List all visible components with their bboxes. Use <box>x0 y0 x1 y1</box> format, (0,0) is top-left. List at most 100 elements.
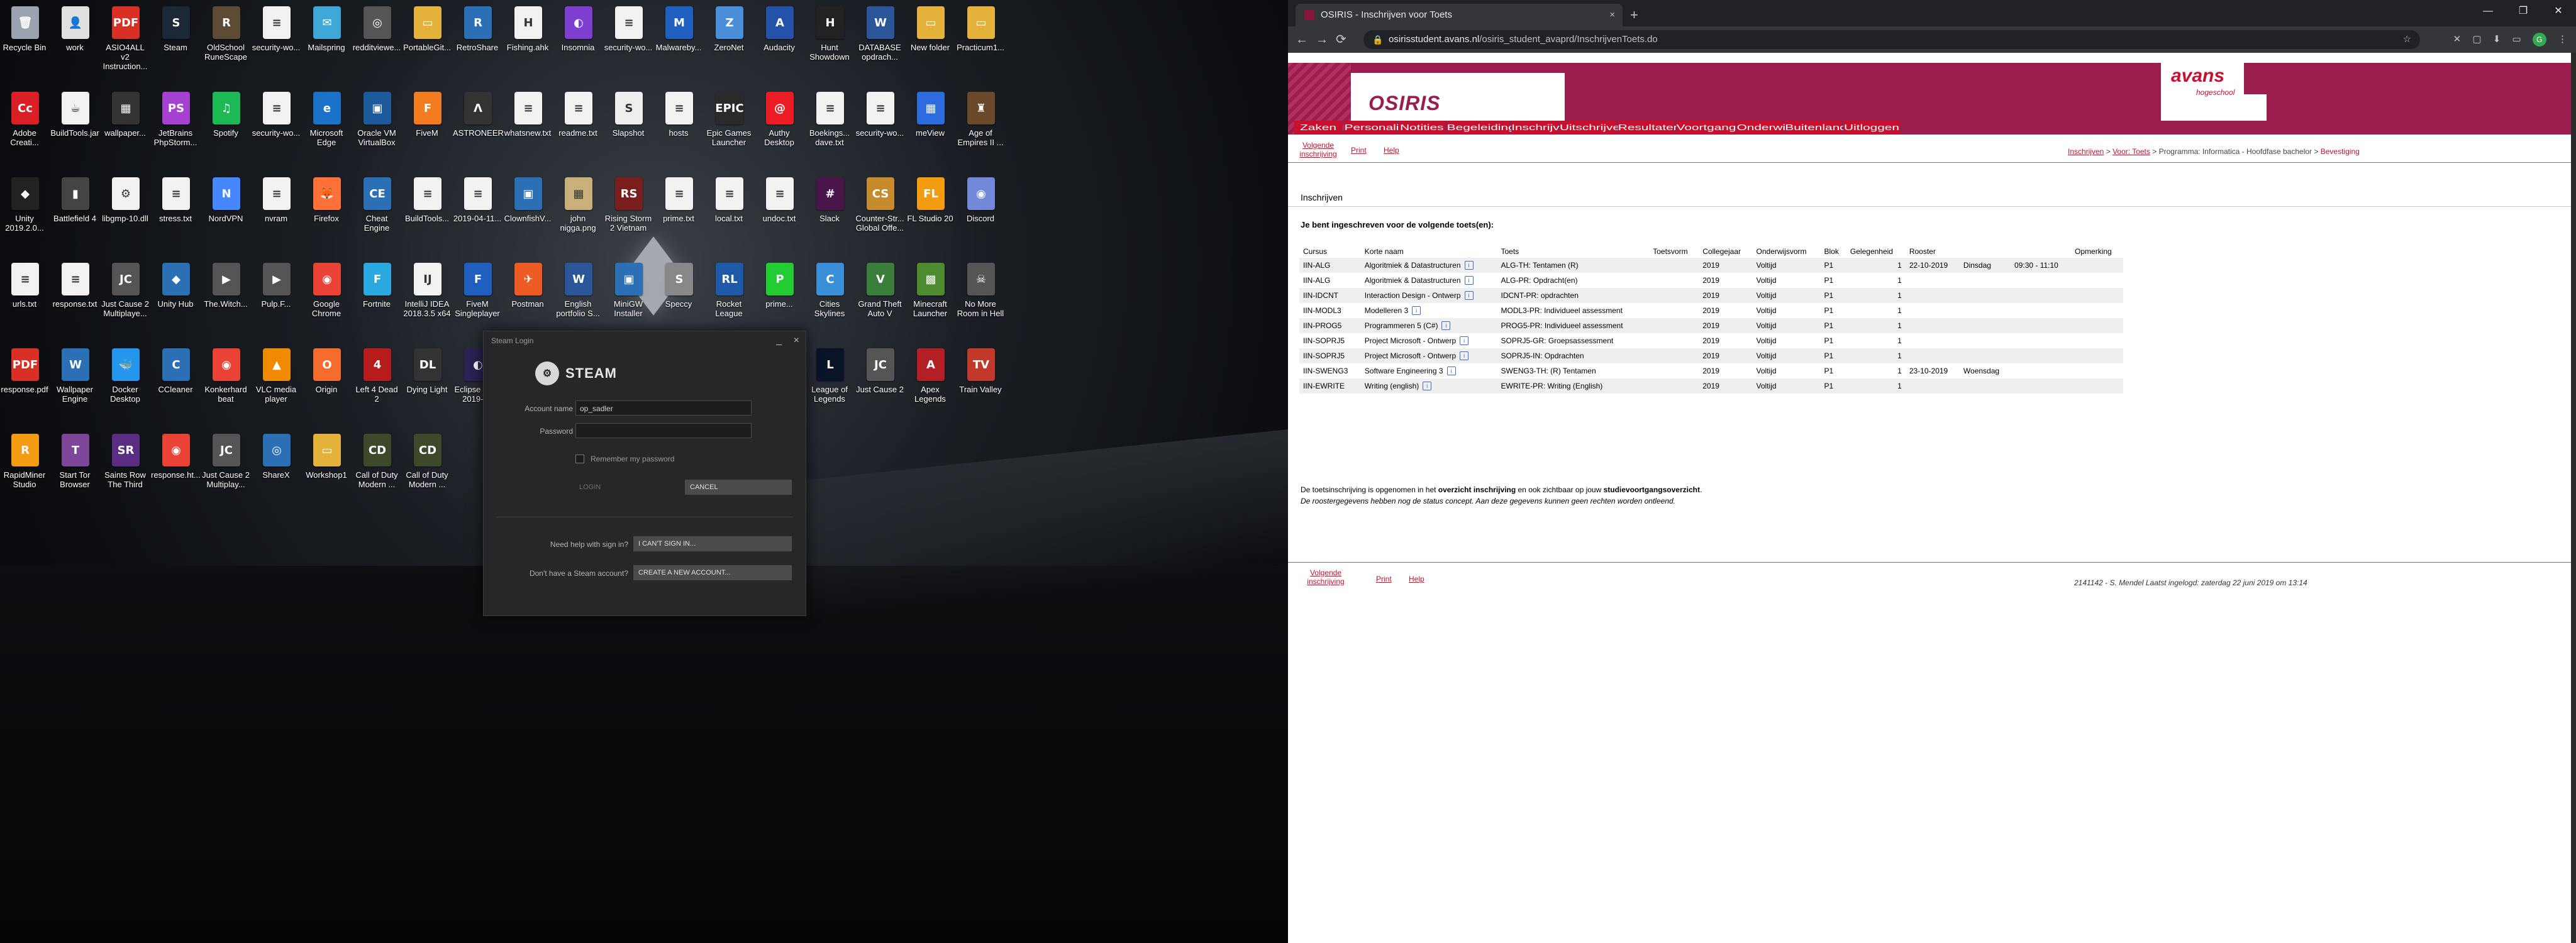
desktop-icon[interactable]: ◆ Unity 2019.2.0... <box>0 171 49 251</box>
minimize-icon[interactable]: _ <box>776 335 782 346</box>
desktop-icon[interactable]: PDF ASIO4ALL v2 Instruction... <box>101 0 150 80</box>
desktop-icon[interactable]: L League of Legends <box>805 342 854 422</box>
overview-enrollment-link[interactable]: overzicht inschrijving <box>1438 485 1516 494</box>
info-icon[interactable]: i <box>1460 351 1469 361</box>
menu-icon[interactable]: ⋮ <box>2558 34 2567 45</box>
desktop-icon[interactable]: ≡ security-wo... <box>252 85 301 166</box>
new-tab-button[interactable]: + <box>1630 6 1638 24</box>
desktop-icon[interactable]: V Grand Theft Auto V <box>855 256 904 337</box>
desktop-icon[interactable]: F FiveM Singleplayer <box>453 256 502 337</box>
desktop-icon[interactable]: ✉ Mailspring <box>302 0 351 80</box>
desktop-icon[interactable]: ▣ Oracle VM VirtualBox <box>352 85 401 166</box>
desktop-icon[interactable]: W English portfolio S... <box>553 256 602 337</box>
progress-overview-link[interactable]: studievoortgangsoverzicht <box>1604 485 1700 494</box>
menu-item-uitschrijven[interactable]: Uitschrijven <box>1560 121 1628 135</box>
desktop-icon[interactable]: ≡ prime.txt <box>654 171 703 251</box>
desktop-icon[interactable]: JC Just Cause 2 <box>855 342 904 422</box>
desktop-icon[interactable]: ⚙ libgmp-10.dll <box>101 171 150 251</box>
menu-item-resultaten[interactable]: Resultaten <box>1618 121 1680 135</box>
desktop-icon[interactable]: ◐ Insomnia <box>553 0 602 80</box>
print-link[interactable]: Print <box>1351 146 1367 155</box>
desktop-icon[interactable]: PDF response.pdf <box>0 342 49 422</box>
steam-titlebar[interactable]: Steam Login _ × <box>484 331 806 350</box>
address-bar[interactable]: 🔒 osirisstudent.avans.nl/osiris_student_… <box>1363 30 2420 49</box>
create-account-button[interactable]: CREATE A NEW ACCOUNT... <box>633 565 792 580</box>
desktop-icon[interactable]: FL FL Studio 20 <box>906 171 955 251</box>
desktop-icon[interactable]: M Malwareby... <box>654 0 703 80</box>
extension-icon[interactable]: ✕ <box>2453 34 2462 45</box>
menu-item-notities[interactable]: Notities <box>1399 121 1445 135</box>
info-icon[interactable]: i <box>1464 276 1474 285</box>
desktop-icon[interactable]: 🗑 Recycle Bin <box>0 0 49 80</box>
desktop-icon[interactable]: ≡ security-wo... <box>855 85 904 166</box>
help-link[interactable]: Help <box>1384 146 1399 155</box>
desktop-icon[interactable]: Λ ASTRONEER <box>453 85 504 166</box>
desktop-icon[interactable]: ≡ security-wo... <box>604 0 653 80</box>
desktop-icon[interactable]: ▭ Practicum1... <box>956 0 1005 80</box>
desktop-icon[interactable]: R OldSchool RuneScape <box>201 0 250 80</box>
desktop-icon[interactable]: ☕ BuildTools.jar <box>50 85 99 166</box>
breadcrumb-inschrijven[interactable]: Inschrijven <box>2068 147 2104 156</box>
info-icon[interactable]: i <box>1412 306 1421 316</box>
desktop-icon[interactable]: F FiveM <box>402 85 452 166</box>
cancel-button[interactable]: CANCEL <box>685 480 792 495</box>
close-icon[interactable]: × <box>794 335 799 346</box>
menu-item-uitloggen[interactable]: Uitloggen <box>1843 121 1900 135</box>
download-icon[interactable]: ⬇ <box>2493 34 2501 45</box>
desktop-icon[interactable]: R RetroShare <box>453 0 502 80</box>
desktop-icon[interactable]: ▦ meView <box>906 85 955 166</box>
reload-icon[interactable]: ⟳ <box>1336 26 1346 53</box>
account-name-input[interactable]: op_sadler <box>575 400 752 416</box>
desktop-icon[interactable]: ≡ local.txt <box>704 171 753 251</box>
info-icon[interactable]: i <box>1464 261 1474 270</box>
breadcrumb-voor-toets[interactable]: Voor: Toets <box>2112 147 2150 156</box>
desktop-icon[interactable]: W Wallpaper Engine <box>50 342 99 422</box>
desktop-icon[interactable]: ♫ Spotify <box>201 85 250 166</box>
desktop-icon[interactable]: A Apex Legends <box>906 342 955 422</box>
checkbox-icon[interactable] <box>575 454 584 463</box>
desktop-icon[interactable]: R RapidMiner Studio <box>0 427 49 508</box>
extension-icon[interactable]: ▢ <box>2472 34 2481 45</box>
menu-item-zaken[interactable]: Zaken <box>1294 121 1343 135</box>
desktop-icon[interactable]: ▣ MiniGW Installer <box>604 256 653 337</box>
menu-item-onderwijs[interactable]: Onderwijs <box>1736 121 1795 135</box>
info-icon[interactable]: i <box>1423 382 1432 391</box>
remember-password-checkbox[interactable]: Remember my password <box>575 451 674 467</box>
login-button[interactable]: LOGIN <box>575 480 686 495</box>
desktop-icon[interactable]: # Slack <box>805 171 854 251</box>
help-link-footer[interactable]: Help <box>1409 575 1424 583</box>
desktop-icon[interactable]: C CCleaner <box>151 342 200 422</box>
desktop-icon[interactable]: JC Just Cause 2 Multiplaye... <box>101 256 150 337</box>
desktop-icon[interactable]: ≡ 2019-04-11... <box>453 171 502 251</box>
desktop-icon[interactable]: ▭ New folder <box>906 0 955 80</box>
desktop-icon[interactable]: ≡ security-wo... <box>252 0 301 80</box>
desktop-icon[interactable]: JC Just Cause 2 Multiplay... <box>201 427 250 508</box>
info-icon[interactable]: i <box>1460 336 1469 346</box>
desktop-icon[interactable]: S Speccy <box>654 256 703 337</box>
desktop-icon[interactable]: 4 Left 4 Dead 2 <box>352 342 401 422</box>
next-enrollment-link[interactable]: Volgende inschrijving <box>1293 141 1343 158</box>
tab-close-icon[interactable]: × <box>1609 4 1615 26</box>
info-icon[interactable]: i <box>1446 367 1456 376</box>
desktop-icon[interactable]: CE Cheat Engine <box>352 171 401 251</box>
menu-item-inschrijven[interactable]: Inschrijven <box>1511 121 1574 135</box>
desktop-icon[interactable]: ◉ Google Chrome <box>302 256 351 337</box>
desktop-icon[interactable]: ▩ Minecraft Launcher <box>906 256 955 337</box>
desktop-icon[interactable]: F Fortnite <box>352 256 401 337</box>
desktop-icon[interactable]: ≡ undoc.txt <box>755 171 804 251</box>
next-enrollment-link-footer[interactable]: Volgende inschrijving <box>1301 568 1351 586</box>
menu-item-begeleiding[interactable]: Begeleiding <box>1446 121 1516 135</box>
print-link-footer[interactable]: Print <box>1376 575 1392 583</box>
desktop-icon[interactable]: TV Train Valley <box>956 342 1005 422</box>
desktop-icon[interactable]: Z ZeroNet <box>704 0 753 80</box>
info-icon[interactable]: i <box>1441 321 1451 331</box>
desktop-icon[interactable]: S Steam <box>151 0 200 80</box>
tab-osiris[interactable]: OSIRIS - Inschrijven voor Toets × <box>1296 4 1623 26</box>
forward-icon[interactable]: → <box>1316 26 1328 53</box>
close-icon[interactable]: ✕ <box>2541 0 2576 23</box>
desktop-icon[interactable]: S Slapshot <box>604 85 653 166</box>
desktop-icon[interactable]: ◆ Unity Hub <box>151 256 200 337</box>
desktop-icon[interactable]: W DATABASE opdrach... <box>855 0 904 80</box>
info-icon[interactable]: i <box>1464 291 1474 301</box>
desktop-icon[interactable]: ◉ Konkerhard beat <box>201 342 250 422</box>
